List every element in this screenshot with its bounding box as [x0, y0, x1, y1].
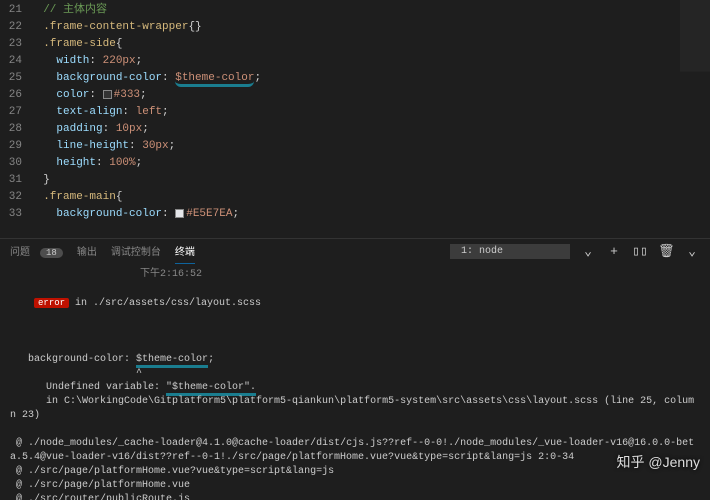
- tab-problems[interactable]: 问题 18: [10, 239, 63, 264]
- minimap[interactable]: [680, 0, 710, 238]
- code-editor[interactable]: 21222324252627282930313233 // 主体内容 .fram…: [0, 0, 710, 238]
- code-line[interactable]: .frame-main{: [30, 189, 710, 206]
- panel-tabs: 问题 18 输出 调试控制台 终端: [10, 239, 450, 264]
- chevron-down-icon[interactable]: ⌄: [580, 244, 596, 259]
- trash-icon[interactable]: 🗑: [658, 244, 674, 259]
- code-line[interactable]: padding: 10px;: [30, 121, 710, 138]
- code-line[interactable]: background-color: $theme-color;: [30, 70, 710, 87]
- code-line[interactable]: text-align: left;: [30, 104, 710, 121]
- tab-debug[interactable]: 调试控制台: [111, 239, 161, 264]
- terminal-snippet: background-color: $theme-color;: [10, 353, 700, 367]
- terminal-stack: @ ./node_modules/_cache-loader@4.1.0@cac…: [10, 437, 700, 500]
- code-line[interactable]: // 主体内容: [30, 2, 710, 19]
- color-swatch-icon: [175, 209, 184, 218]
- chevron-down-icon[interactable]: ⌄: [684, 244, 700, 259]
- code-line[interactable]: height: 100%;: [30, 155, 710, 172]
- terminal-task-select[interactable]: 1: node: [450, 244, 570, 259]
- code-line[interactable]: .frame-side{: [30, 36, 710, 53]
- watermark: 知乎 @Jenny: [617, 452, 700, 472]
- code-line[interactable]: }: [30, 172, 710, 189]
- stack-line: @ ./src/page/platformHome.vue: [10, 479, 700, 493]
- tab-output[interactable]: 输出: [77, 239, 97, 264]
- panel-header: 问题 18 输出 调试控制台 终端 1: node ⌄ + ▯▯ 🗑 ⌄: [0, 238, 710, 264]
- terminal-location: in C:\WorkingCode\Gitplatform5\platform5…: [10, 395, 700, 423]
- line-gutter: 21222324252627282930313233: [0, 0, 30, 238]
- highlighted-var: $theme-color: [136, 354, 208, 368]
- color-swatch-icon: [103, 90, 112, 99]
- tab-problems-label: 问题: [10, 248, 30, 259]
- terminal-error-line: error in ./src/assets/css/layout.scss: [10, 282, 700, 325]
- highlighted-msg: "$theme-color".: [166, 382, 256, 396]
- terminal-timestamp: 下午2:16:52: [140, 268, 700, 282]
- terminal-output[interactable]: 下午2:16:52 error in ./src/assets/css/layo…: [0, 264, 710, 500]
- code-line[interactable]: line-height: 30px;: [30, 138, 710, 155]
- code-line[interactable]: width: 220px;: [30, 53, 710, 70]
- stack-line: @ ./node_modules/_cache-loader@4.1.0@cac…: [10, 437, 700, 465]
- terminal-caret: ^: [10, 367, 700, 381]
- plus-icon[interactable]: +: [606, 244, 622, 259]
- code-line[interactable]: background-color: #E5E7EA;: [30, 206, 710, 223]
- stack-line: @ ./src/router/publicRoute.js: [10, 493, 700, 500]
- split-icon[interactable]: ▯▯: [632, 244, 648, 259]
- error-badge: error: [34, 298, 69, 308]
- code-content[interactable]: // 主体内容 .frame-content-wrapper{} .frame-…: [30, 0, 710, 238]
- error-path: in ./src/assets/css/layout.scss: [69, 298, 261, 309]
- panel-actions: 1: node ⌄ + ▯▯ 🗑 ⌄: [450, 244, 700, 259]
- terminal-undef: Undefined variable: "$theme-color".: [10, 381, 700, 395]
- tab-terminal[interactable]: 终端: [175, 239, 195, 264]
- code-line[interactable]: color: #333;: [30, 87, 710, 104]
- code-line[interactable]: .frame-content-wrapper{}: [30, 19, 710, 36]
- problems-badge: 18: [40, 248, 63, 258]
- stack-line: @ ./src/page/platformHome.vue?vue&type=s…: [10, 465, 700, 479]
